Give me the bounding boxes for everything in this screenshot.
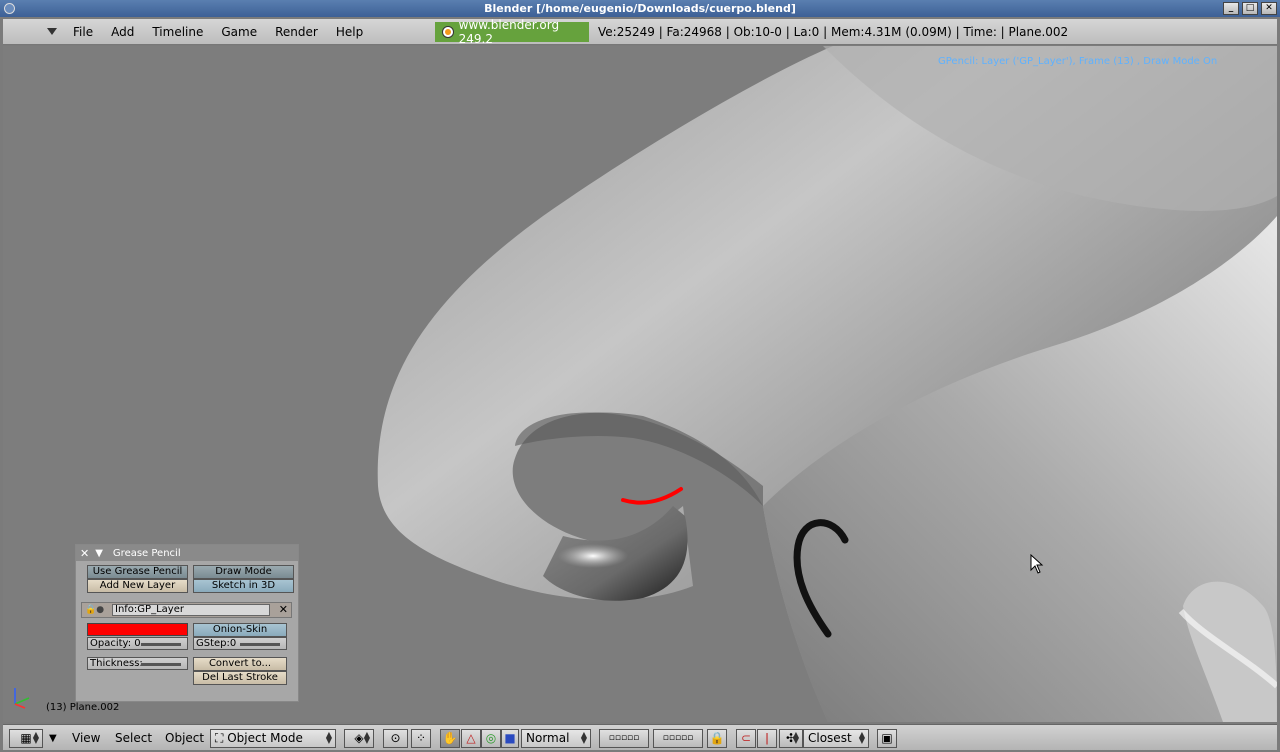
shading-cube-icon: ◈: [354, 731, 364, 745]
orientation-label: Normal: [526, 731, 570, 745]
snap-target-select[interactable]: Closest ▲ ▼: [803, 729, 869, 748]
blender-logo-badge[interactable]: www.blender.org 249.2: [435, 18, 589, 46]
thermometer-icon: ǀ: [765, 731, 769, 745]
manipulator-toggle[interactable]: ✋: [440, 729, 460, 748]
image-icon: ▣: [881, 731, 893, 745]
scale-manipulator[interactable]: ■: [501, 729, 519, 748]
pivot-icon: ⊙: [390, 731, 401, 745]
menu-file[interactable]: File: [73, 25, 93, 39]
use-grease-pencil-toggle[interactable]: Use Grease Pencil: [87, 565, 188, 579]
active-object-label: (13) Plane.002: [46, 702, 120, 713]
add-new-layer-button[interactable]: Add New Layer: [87, 579, 188, 593]
menu-render[interactable]: Render: [275, 25, 318, 39]
menu-collapse-icon[interactable]: ▼: [49, 729, 57, 748]
proportional-edit-toggle[interactable]: ǀ: [757, 729, 777, 748]
thickness-slider[interactable]: Thickness:: [87, 657, 188, 670]
menu-object[interactable]: Object: [165, 729, 204, 748]
layers-lock-button[interactable]: ⁘: [411, 729, 431, 748]
lock-icon: 🔒: [709, 731, 725, 745]
menu-view[interactable]: View: [72, 729, 100, 748]
opacity-track: [141, 643, 181, 646]
gstep-label: GStep:0: [196, 638, 237, 649]
transform-orientation-select[interactable]: Normal ▲ ▼: [521, 729, 591, 748]
object-mode-icon: ⛶: [215, 731, 224, 745]
translate-manipulator[interactable]: △: [461, 729, 481, 748]
magnet-icon: ⊂: [740, 731, 752, 745]
delete-layer-icon[interactable]: ✕: [279, 603, 288, 616]
draw-mode-toggle[interactable]: Draw Mode: [193, 565, 294, 579]
opacity-label: Opacity: 0: [90, 638, 141, 649]
render-preview-button[interactable]: ▣: [877, 729, 897, 748]
window-titlebar: Blender [/home/eugenio/Downloads/cuerpo.…: [0, 0, 1280, 17]
red-gp-stroke: [621, 487, 683, 505]
scene-stats: Ve:25249 | Fa:24968 | Ob:10-0 | La:0 | M…: [598, 25, 1069, 39]
hand-icon: ✋: [442, 731, 458, 745]
rotate-manipulator[interactable]: ◎: [481, 729, 501, 748]
menu-help[interactable]: Help: [336, 25, 363, 39]
layer-buttons-group-1[interactable]: ▫▫▫▫▫: [599, 729, 649, 748]
mouse-cursor-icon: [1030, 554, 1044, 574]
collapse-triangle-icon[interactable]: ▼: [95, 548, 103, 559]
thickness-track: [141, 663, 181, 666]
snap-element-select[interactable]: ✣ ▲ ▼: [779, 729, 803, 748]
onion-skin-toggle[interactable]: Onion-Skin: [193, 623, 287, 637]
menu-add[interactable]: Add: [111, 25, 134, 39]
header-collapse-icon[interactable]: [47, 28, 57, 35]
close-button[interactable]: ✕: [1261, 2, 1277, 15]
snap-toggle[interactable]: ⊂: [736, 729, 756, 748]
delete-last-stroke-button[interactable]: Del Last Stroke: [193, 671, 287, 685]
snap-target-label: Closest: [808, 731, 852, 745]
blender-version-label: www.blender.org 249.2: [458, 18, 560, 46]
3d-view-header: ▦ ▲ ▼ ▼ View Select Object ⛶ Object Mode ▲…: [3, 724, 1277, 750]
menu-timeline[interactable]: Timeline: [152, 25, 203, 39]
lock-and-visibility-icon[interactable]: 🔒●: [85, 605, 104, 615]
thickness-label: Thickness:: [90, 658, 143, 669]
stroke-color-swatch[interactable]: [87, 623, 188, 636]
mode-label: Object Mode: [227, 731, 303, 745]
maximize-button[interactable]: □: [1242, 2, 1258, 15]
gp-layer-row: 🔒● Info:GP_Layer ✕: [81, 602, 292, 618]
3d-viewport[interactable]: GPencil: Layer ('GP_Layer'), Frame (13) …: [3, 46, 1277, 722]
info-header: File Add Timeline Game Render Help www.b…: [3, 18, 1277, 46]
gstep-slider[interactable]: GStep:0: [193, 637, 287, 650]
layer-name-field[interactable]: Info:GP_Layer: [112, 604, 270, 616]
window-title: Blender [/home/eugenio/Downloads/cuerpo.…: [484, 2, 796, 15]
close-icon[interactable]: ✕: [80, 547, 89, 560]
mode-selector[interactable]: ⛶ Object Mode ▲ ▼: [210, 729, 336, 748]
editor-type-button[interactable]: ▦ ▲ ▼: [9, 729, 43, 748]
sketch-in-3d-toggle[interactable]: Sketch in 3D: [193, 579, 294, 593]
layer-buttons-group-2[interactable]: ▫▫▫▫▫: [653, 729, 703, 748]
triangle-icon: △: [466, 731, 476, 745]
opacity-slider[interactable]: Opacity: 0: [87, 637, 188, 650]
grease-pencil-panel: ✕ ▼ Grease Pencil Use Grease Pencil Draw…: [75, 544, 299, 702]
grid-icon: ▦: [20, 731, 32, 745]
lock-layers-button[interactable]: 🔒: [707, 729, 727, 748]
menu-game[interactable]: Game: [221, 25, 257, 39]
dots-icon: ⁘: [415, 731, 427, 745]
blender-logo-icon: [443, 27, 453, 37]
window-menu-icon[interactable]: [4, 3, 15, 14]
square-icon: ■: [504, 731, 516, 745]
circle-icon: ◎: [485, 731, 497, 745]
window-controls: _ □ ✕: [1223, 2, 1277, 15]
gp-panel-header[interactable]: ✕ ▼ Grease Pencil: [76, 545, 298, 561]
pivot-point-button[interactable]: ⊙: [383, 729, 408, 748]
draw-type-button[interactable]: ◈ ▲ ▼: [344, 729, 374, 748]
grease-pencil-status: GPencil: Layer ('GP_Layer'), Frame (13) …: [938, 56, 1218, 67]
layer-grid-icon: ▫▫▫▫▫: [662, 733, 694, 743]
axis-gizmo-icon: [14, 688, 30, 709]
menu-select[interactable]: Select: [115, 729, 152, 748]
gp-panel-title: Grease Pencil: [112, 547, 181, 559]
layer-grid-icon: ▫▫▫▫▫: [608, 733, 640, 743]
gstep-track: [240, 643, 280, 646]
convert-to-button[interactable]: Convert to...: [193, 657, 287, 671]
minimize-button[interactable]: _: [1223, 2, 1239, 15]
